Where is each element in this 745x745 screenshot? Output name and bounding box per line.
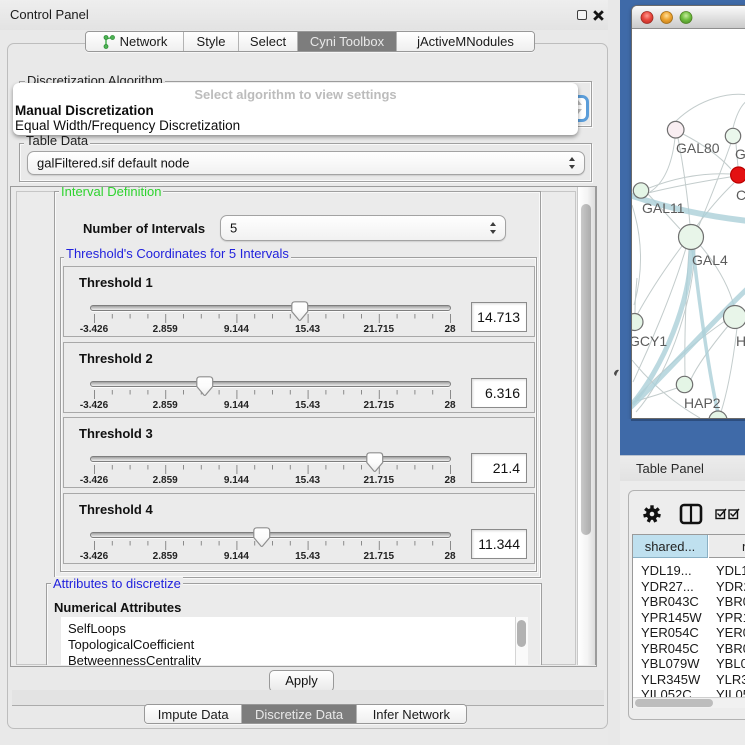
svg-text:GAL11: GAL11: [642, 200, 685, 216]
svg-text:H: H: [736, 333, 745, 349]
svg-text:C: C: [736, 187, 745, 203]
svg-text:GCY1: GCY1: [632, 333, 667, 349]
svg-text:GA: GA: [735, 146, 745, 162]
svg-text:GAL4: GAL4: [692, 252, 728, 268]
svg-text:HAP2: HAP2: [684, 395, 721, 411]
svg-text:GAL80: GAL80: [676, 140, 720, 156]
